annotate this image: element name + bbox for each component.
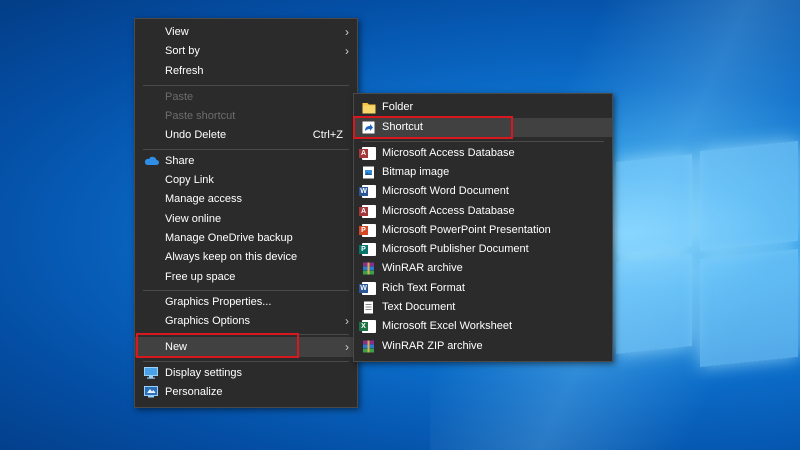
text-document-icon bbox=[362, 301, 376, 314]
menu-item-view[interactable]: View › bbox=[135, 23, 357, 42]
onedrive-icon bbox=[144, 155, 159, 168]
submenu-item-label: Microsoft Access Database bbox=[382, 147, 515, 159]
submenu-item-label: Microsoft Access Database bbox=[382, 205, 515, 217]
menu-item-label: View online bbox=[165, 213, 222, 225]
menu-item-always-keep[interactable]: Always keep on this device bbox=[135, 248, 357, 267]
submenu-item-label: Bitmap image bbox=[382, 166, 450, 178]
submenu-item-label: WinRAR ZIP archive bbox=[382, 340, 483, 352]
submenu-item-folder[interactable]: Folder bbox=[354, 98, 612, 117]
menu-item-label: Free up space bbox=[165, 271, 236, 283]
submenu-item-text-document[interactable]: Text Document bbox=[354, 298, 612, 317]
menu-item-refresh[interactable]: Refresh bbox=[135, 62, 357, 81]
menu-item-graphics-properties[interactable]: Graphics Properties... bbox=[135, 293, 357, 312]
submenu-item-label: Text Document bbox=[382, 301, 456, 313]
chevron-right-icon: › bbox=[345, 340, 349, 354]
menu-item-label: Display settings bbox=[165, 367, 243, 379]
menu-separator bbox=[143, 290, 349, 291]
submenu-item-label: Folder bbox=[382, 101, 414, 113]
word-icon: W bbox=[359, 185, 376, 198]
menu-item-label: Share bbox=[165, 155, 195, 167]
submenu-item-label: Rich Text Format bbox=[382, 282, 465, 294]
menu-item-label: Graphics Properties... bbox=[165, 296, 272, 308]
excel-icon: X bbox=[359, 320, 376, 333]
chevron-right-icon: › bbox=[345, 25, 349, 39]
submenu-item-winrar-zip[interactable]: WinRAR ZIP archive bbox=[354, 337, 612, 356]
folder-icon bbox=[362, 101, 376, 114]
submenu-item-powerpoint[interactable]: P Microsoft PowerPoint Presentation bbox=[354, 221, 612, 240]
menu-item-graphics-options[interactable]: Graphics Options › bbox=[135, 312, 357, 331]
windows-logo bbox=[598, 140, 798, 380]
menu-separator bbox=[143, 361, 349, 362]
submenu-item-winrar-archive[interactable]: WinRAR archive bbox=[354, 259, 612, 278]
menu-item-label: Undo Delete bbox=[165, 129, 227, 141]
menu-item-view-online[interactable]: View online bbox=[135, 210, 357, 229]
menu-item-manage-access[interactable]: Manage access bbox=[135, 190, 357, 209]
menu-item-label: Paste bbox=[165, 91, 194, 103]
menu-item-label: Manage access bbox=[165, 193, 243, 205]
submenu-item-access-database-2[interactable]: A Microsoft Access Database bbox=[354, 202, 612, 221]
menu-item-personalize[interactable]: Personalize bbox=[135, 383, 357, 402]
display-icon bbox=[144, 367, 158, 380]
menu-separator bbox=[143, 85, 349, 86]
menu-item-paste-shortcut[interactable]: Paste shortcut bbox=[135, 107, 357, 126]
submenu-item-word-document[interactable]: W Microsoft Word Document bbox=[354, 182, 612, 201]
submenu-item-access-database[interactable]: A Microsoft Access Database bbox=[354, 144, 612, 163]
powerpoint-icon: P bbox=[359, 224, 376, 237]
menu-item-label: Paste shortcut bbox=[165, 110, 236, 122]
menu-item-label: Copy Link bbox=[165, 174, 214, 186]
menu-separator bbox=[362, 141, 604, 142]
bitmap-icon bbox=[362, 166, 376, 179]
keyboard-shortcut: Ctrl+Z bbox=[312, 129, 343, 141]
access-icon: A bbox=[359, 147, 376, 160]
winrar-icon bbox=[362, 262, 376, 275]
menu-item-manage-onedrive-backup[interactable]: Manage OneDrive backup bbox=[135, 229, 357, 248]
access-icon: A bbox=[359, 205, 376, 218]
submenu-item-label: Microsoft Excel Worksheet bbox=[382, 320, 513, 332]
menu-item-display-settings[interactable]: Display settings bbox=[135, 364, 357, 383]
chevron-right-icon: › bbox=[345, 44, 349, 58]
menu-item-label: Personalize bbox=[165, 386, 223, 398]
new-item-highlight bbox=[136, 333, 299, 358]
submenu-item-rich-text[interactable]: W Rich Text Format bbox=[354, 279, 612, 298]
rtf-icon: W bbox=[359, 282, 376, 295]
menu-item-paste[interactable]: Paste bbox=[135, 88, 357, 107]
menu-item-undo-delete[interactable]: Undo Delete Ctrl+Z bbox=[135, 126, 357, 145]
submenu-item-excel-worksheet[interactable]: X Microsoft Excel Worksheet bbox=[354, 317, 612, 336]
submenu-item-label: Microsoft Publisher Document bbox=[382, 243, 529, 255]
submenu-item-label: Microsoft PowerPoint Presentation bbox=[382, 224, 551, 236]
shortcut-item-highlight bbox=[353, 116, 513, 139]
menu-item-share[interactable]: Share bbox=[135, 152, 357, 171]
personalize-icon bbox=[144, 386, 158, 399]
publisher-icon: P bbox=[359, 243, 376, 256]
menu-item-label: Manage OneDrive backup bbox=[165, 232, 293, 244]
menu-item-label: View bbox=[165, 26, 189, 38]
submenu-item-label: Microsoft Word Document bbox=[382, 185, 509, 197]
submenu-item-bitmap-image[interactable]: Bitmap image bbox=[354, 163, 612, 182]
submenu-item-label: WinRAR archive bbox=[382, 262, 463, 274]
menu-item-label: Refresh bbox=[165, 65, 204, 77]
menu-item-label: Graphics Options bbox=[165, 315, 250, 327]
menu-item-label: Always keep on this device bbox=[165, 251, 298, 263]
chevron-right-icon: › bbox=[345, 314, 349, 328]
menu-separator bbox=[143, 149, 349, 150]
winrar-zip-icon bbox=[362, 340, 376, 353]
menu-item-free-up-space[interactable]: Free up space bbox=[135, 268, 357, 287]
menu-item-copy-link[interactable]: Copy Link bbox=[135, 171, 357, 190]
menu-item-sort-by[interactable]: Sort by › bbox=[135, 42, 357, 61]
menu-item-label: Sort by bbox=[165, 45, 200, 57]
submenu-item-publisher[interactable]: P Microsoft Publisher Document bbox=[354, 240, 612, 259]
